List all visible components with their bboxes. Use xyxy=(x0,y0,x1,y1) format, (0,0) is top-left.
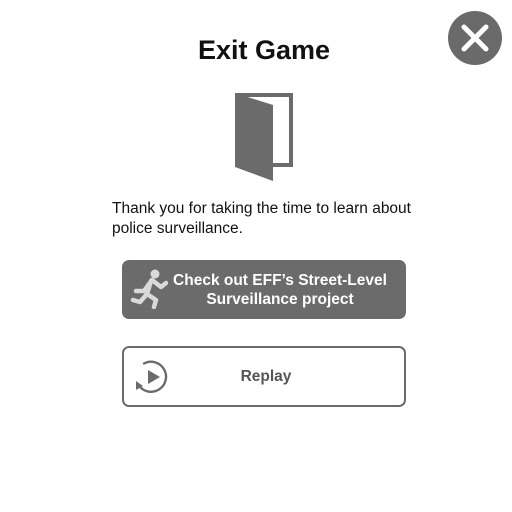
exit-game-screen: Exit Game Thank you for taking the time … xyxy=(0,0,512,512)
eff-project-button-label: Check out EFF’s Street-Level Surveillanc… xyxy=(173,272,387,308)
replay-button-label: Replay xyxy=(240,368,292,385)
thank-you-message: Thank you for taking the time to learn a… xyxy=(112,200,411,237)
replay-button[interactable]: Replay xyxy=(122,346,406,407)
page-title: Exit Game xyxy=(197,35,331,65)
replay-icon xyxy=(136,360,168,393)
running-person-icon xyxy=(130,269,168,309)
door-icon xyxy=(235,93,293,181)
eff-project-button[interactable]: Check out EFF’s Street-Level Surveillanc… xyxy=(122,260,406,319)
